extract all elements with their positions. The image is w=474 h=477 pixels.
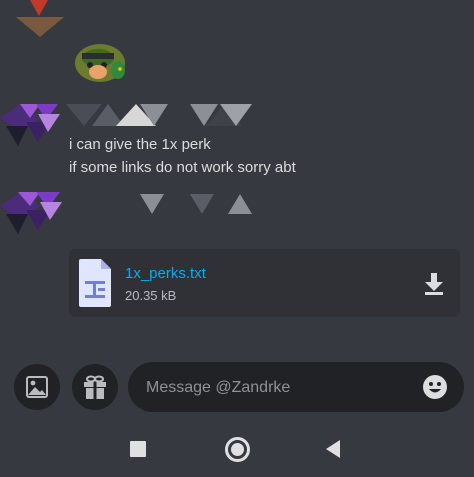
file-size: 20.35 kB [125, 288, 177, 303]
message-input-box[interactable] [128, 362, 464, 414]
message-line: if some links do not work sorry abt [69, 159, 296, 176]
system-nav-bar [0, 424, 474, 477]
text-file-icon [79, 259, 111, 307]
user-avatar[interactable] [0, 190, 66, 236]
home-circle-icon[interactable] [225, 437, 250, 462]
file-attachment[interactable]: 1x_perks.txt 20.35 kB [69, 249, 460, 317]
message-input[interactable] [144, 362, 418, 414]
file-name-link[interactable]: 1x_perks.txt [125, 265, 206, 282]
user-avatar[interactable] [0, 104, 66, 148]
gift-button[interactable] [72, 364, 118, 410]
back-triangle-icon[interactable] [326, 440, 340, 458]
sticker-image[interactable] [72, 38, 128, 84]
chat-area: i can give the 1x perk if some links do … [0, 0, 474, 350]
download-icon[interactable] [421, 271, 447, 297]
message-composer [0, 352, 474, 424]
gift-icon [84, 375, 106, 399]
partial-avatar[interactable] [14, 0, 64, 38]
recents-square-icon[interactable] [130, 441, 146, 457]
image-icon [26, 376, 48, 398]
image-upload-button[interactable] [14, 364, 60, 410]
emoji-icon[interactable] [422, 374, 448, 400]
redacted-username [140, 194, 260, 216]
redacted-username [66, 104, 256, 126]
message-line: i can give the 1x perk [69, 136, 211, 153]
